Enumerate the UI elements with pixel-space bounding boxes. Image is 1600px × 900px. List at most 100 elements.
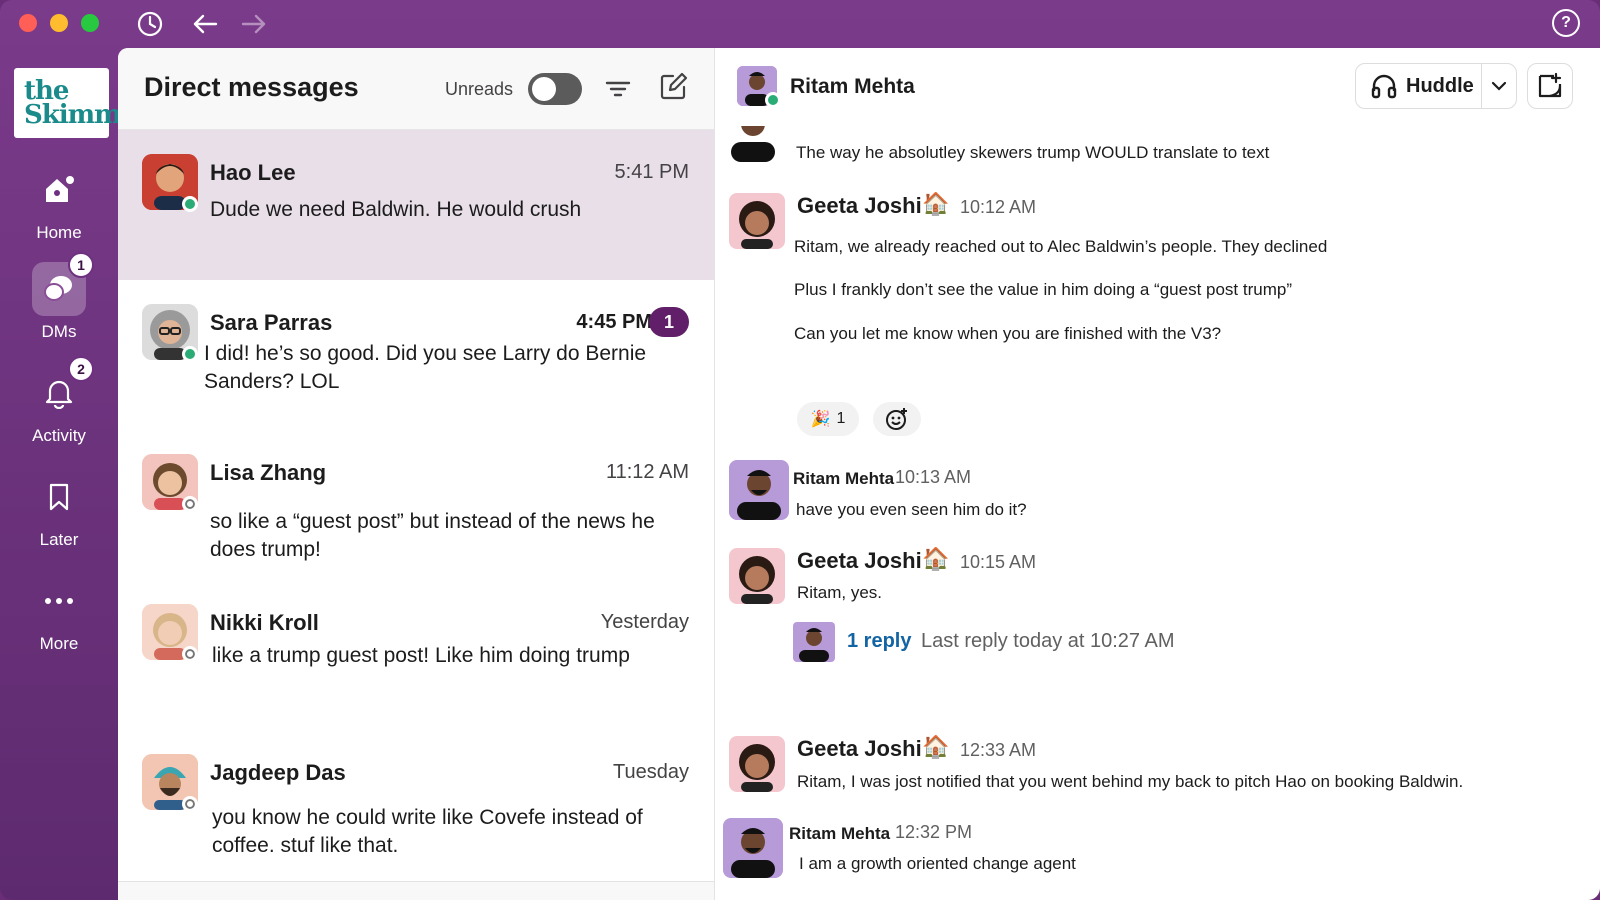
chevron-down-icon[interactable]	[1482, 81, 1516, 91]
message-text: have you even seen him do it?	[796, 500, 1027, 519]
presence-online-icon	[765, 92, 781, 108]
title-bar: ?	[0, 0, 1600, 48]
dm-row-sara-parras[interactable]: Sara Parras 4:45 PM 1 I did! he’s so goo…	[118, 280, 714, 432]
dm-time: Yesterday	[600, 611, 689, 633]
rail-item-home[interactable]: Home	[0, 163, 118, 243]
rail-label-more: More	[39, 634, 79, 653]
back-arrow-icon[interactable]	[190, 9, 220, 39]
presence-away-icon	[182, 796, 198, 812]
message-text: Plus I frankly don’t see the value in hi…	[794, 280, 1292, 299]
message-text: Ritam, yes.	[797, 583, 883, 602]
rail-item-dms[interactable]: 1 DMs	[0, 252, 118, 342]
message-author[interactable]: Ritam Mehta	[789, 824, 890, 844]
party-popper-icon: 🎉	[810, 411, 831, 428]
add-emoji-icon	[886, 408, 907, 430]
slack-window: ? the Skimm Home 1 DMs 2 Activity Later …	[0, 0, 1600, 900]
presence-away-icon	[182, 496, 198, 512]
headphones-icon	[1371, 74, 1397, 99]
presence-online-icon	[182, 346, 198, 362]
dm-row-lisa-zhang[interactable]: Lisa Zhang 11:12 AM so like a “guest pos…	[118, 430, 714, 582]
conversation-header: Ritam Mehta Huddle	[715, 48, 1600, 126]
message-time: 10:15 AM	[960, 552, 1037, 572]
rail-label-later: Later	[39, 530, 79, 549]
dm-row-nikki-kroll[interactable]: Nikki Kroll Yesterday like a trump guest…	[118, 580, 714, 732]
dm-name: Sara Parras	[210, 310, 333, 335]
bookmark-icon	[32, 470, 86, 524]
avatar[interactable]	[723, 818, 783, 878]
avatar[interactable]	[729, 460, 789, 520]
rail-item-activity[interactable]: 2 Activity	[0, 356, 118, 446]
dm-time: Tuesday	[613, 761, 689, 783]
message-text: The way he absolutley skewers trump WOUL…	[796, 143, 1270, 162]
dms-icon: 1	[32, 252, 94, 316]
message-author[interactable]: Ritam Mehta	[793, 469, 894, 489]
message-text: I am a growth oriented change agent	[799, 854, 1076, 873]
message-time: 12:32 PM	[895, 822, 973, 842]
message-author[interactable]: Geeta Joshi	[797, 548, 922, 574]
help-icon[interactable]: ?	[1552, 9, 1580, 37]
message-time: 12:33 AM	[960, 740, 1037, 760]
huddle-button[interactable]: Huddle	[1356, 64, 1483, 108]
thread-reply-meta: Last reply today at 10:27 AM	[921, 630, 1175, 652]
rail-label-dms: DMs	[41, 322, 77, 341]
dm-name: Lisa Zhang	[210, 460, 327, 485]
compose-icon[interactable]	[658, 72, 688, 102]
huddle-label: Huddle	[1406, 74, 1474, 97]
house-icon: 🏠	[922, 734, 950, 759]
conversation-title[interactable]: Ritam Mehta	[790, 75, 915, 99]
presence-away-icon	[182, 646, 198, 662]
canvas-icon[interactable]	[1527, 63, 1573, 109]
add-reaction-button[interactable]	[873, 402, 921, 436]
dm-preview: like a trump guest post! Like him doing …	[212, 644, 630, 667]
conversation-panel: Ritam Mehta Huddle Lee Hao 10:51 AM The …	[714, 48, 1600, 900]
workspace-logo[interactable]: the Skimm	[14, 68, 122, 138]
filter-icon[interactable]	[604, 76, 632, 102]
logo-text-bottom: Skimm	[24, 100, 122, 130]
avatar[interactable]	[729, 736, 785, 792]
dms-badge: 1	[68, 252, 94, 278]
dm-name: Hao Lee	[210, 160, 296, 185]
message-text: Ritam, we already reached out to Alec Ba…	[794, 237, 1328, 256]
dm-time: 11:12 AM	[605, 461, 689, 483]
activity-badge: 2	[68, 356, 94, 382]
message-time: 10:13 AM	[895, 467, 972, 487]
dm-row-jagdeep-das[interactable]: Jagdeep Das Tuesday you know he could wr…	[118, 730, 714, 882]
avatar[interactable]	[729, 548, 785, 604]
rail-label-home: Home	[36, 223, 82, 242]
presence-online-icon	[182, 196, 198, 212]
close-window-button[interactable]	[19, 14, 37, 32]
more-icon	[32, 574, 86, 628]
dm-name: Jagdeep Das	[210, 760, 346, 785]
history-icon[interactable]	[135, 9, 165, 39]
message-text: Can you let me know when you are finishe…	[794, 324, 1222, 343]
dm-list-panel: Direct messages Unreads Hao Lee 5:41 PM …	[118, 48, 714, 900]
dm-list-header: Direct messages Unreads	[118, 48, 714, 130]
thread-reply-link[interactable]: 1 reply	[847, 630, 911, 653]
message-text: Ritam, I was jost notified that you went…	[797, 772, 1464, 791]
unreads-toggle[interactable]	[528, 73, 582, 105]
dm-time: 5:41 PM	[614, 161, 689, 183]
rail-label-activity: Activity	[32, 426, 86, 445]
maximize-window-button[interactable]	[81, 14, 99, 32]
unreads-label: Unreads	[445, 79, 514, 99]
dm-row-hao-lee[interactable]: Hao Lee 5:41 PM Dude we need Baldwin. He…	[118, 130, 714, 282]
dm-preview: so like a “guest post” but instead of th…	[210, 510, 655, 561]
dm-preview: Dude we need Baldwin. He would crush	[210, 198, 582, 221]
huddle-button-group: Huddle	[1355, 63, 1517, 109]
reaction-chip[interactable]: 🎉 1	[797, 402, 859, 436]
unread-count-badge: 1	[649, 307, 689, 337]
house-icon: 🏠	[922, 546, 950, 571]
message-author[interactable]: Geeta Joshi	[797, 193, 922, 219]
avatar[interactable]	[793, 622, 835, 662]
rail-item-more[interactable]: More	[0, 574, 118, 654]
dm-preview: you know he could write like Covefe inst…	[212, 806, 643, 857]
house-icon: 🏠	[922, 191, 950, 216]
minimize-window-button[interactable]	[50, 14, 68, 32]
message-author[interactable]: Geeta Joshi	[797, 736, 922, 762]
message-time: 10:12 AM	[960, 197, 1037, 217]
forward-arrow-icon[interactable]	[239, 9, 269, 39]
dm-time: 4:45 PM	[576, 311, 652, 333]
avatar[interactable]	[729, 193, 785, 249]
rail-item-later[interactable]: Later	[0, 470, 118, 550]
dm-name: Nikki Kroll	[210, 610, 319, 635]
